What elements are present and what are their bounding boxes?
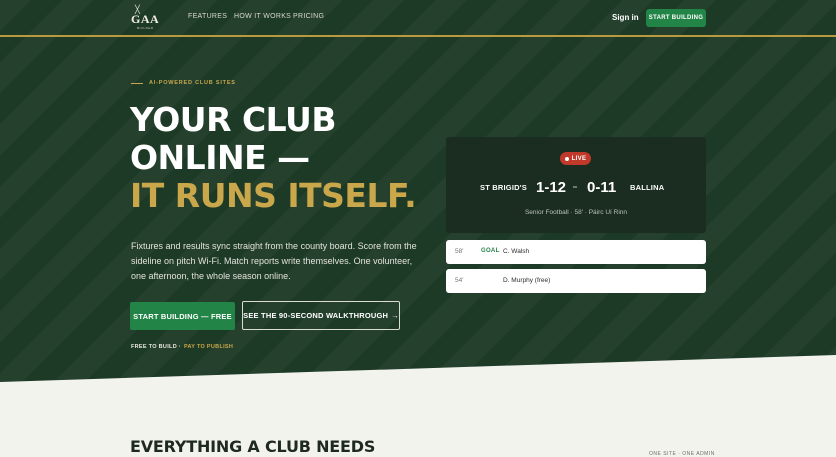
- site-logo[interactable]: ╳ GAA BUILDER: [131, 6, 161, 31]
- walkthrough-button-label: SEE THE 90-SECOND WALKTHROUGH: [243, 311, 389, 320]
- event-player: D. Murphy (free): [503, 277, 551, 284]
- headline-line-2: ONLINE —: [130, 138, 310, 177]
- start-building-free-button[interactable]: START BUILDING — FREE: [130, 302, 235, 330]
- live-dot-icon: [564, 156, 569, 161]
- sign-in-link[interactable]: Sign in: [612, 13, 639, 22]
- pricing-note-free: FREE TO BUILD ·: [131, 344, 181, 350]
- features-title: EVERYTHING A CLUB NEEDS: [130, 437, 376, 456]
- event-type: GOAL: [481, 248, 500, 254]
- event-minute: 58': [455, 248, 464, 255]
- away-team-name: BALLINA: [630, 183, 665, 192]
- hero-headline: YOUR CLUB ONLINE — IT RUNS ITSELF.: [130, 100, 417, 215]
- live-badge-label: LIVE: [571, 155, 587, 162]
- match-info: Senior Football · 58' · Páirc Uí Rinn: [524, 209, 628, 216]
- nav-divider: [0, 35, 836, 37]
- nav-start-building-button[interactable]: START BUILDING: [646, 9, 706, 27]
- headline-line-1: YOUR CLUB: [130, 100, 337, 139]
- top-nav: ╳ GAA BUILDER FEATURES HOW IT WORKS PRIC…: [0, 0, 836, 35]
- hero-lead: Fixtures and results sync straight from …: [131, 241, 417, 281]
- hero-eyebrow: AI-POWERED CLUB SITES: [131, 80, 236, 86]
- nav-link-how-it-works[interactable]: HOW IT WORKS: [234, 13, 291, 20]
- logo-subtext: BUILDER: [137, 26, 154, 30]
- nav-link-features[interactable]: FEATURES: [188, 13, 227, 20]
- headline-line-3: IT RUNS ITSELF.: [130, 176, 417, 215]
- pricing-note-pay: PAY TO PUBLISH: [183, 344, 234, 350]
- home-score: 1-12: [536, 179, 567, 196]
- eyebrow-dash: [131, 82, 143, 84]
- event-player: C. Walsh: [503, 248, 530, 255]
- away-score: 0-11: [587, 179, 617, 196]
- home-team-name: ST BRIGID'S: [480, 183, 527, 192]
- live-badge: LIVE: [560, 152, 591, 165]
- eyebrow-text: AI-POWERED CLUB SITES: [149, 80, 236, 86]
- nav-link-pricing[interactable]: PRICING: [293, 13, 324, 20]
- logo-text: GAA: [131, 12, 160, 26]
- walkthrough-button[interactable]: SEE THE 90-SECOND WALKTHROUGH →: [242, 301, 400, 330]
- features-meta: ONE SITE · ONE ADMIN: [649, 451, 715, 457]
- pricing-note: FREE TO BUILD · PAY TO PUBLISH: [131, 344, 233, 350]
- hero-background: [0, 0, 836, 382]
- match-event: 54' D. Murphy (free): [446, 269, 706, 293]
- event-minute: 54': [455, 277, 464, 284]
- arrow-right-icon: →: [391, 311, 399, 320]
- match-event: 58' GOAL C. Walsh: [446, 240, 706, 264]
- score-separator: [573, 186, 577, 188]
